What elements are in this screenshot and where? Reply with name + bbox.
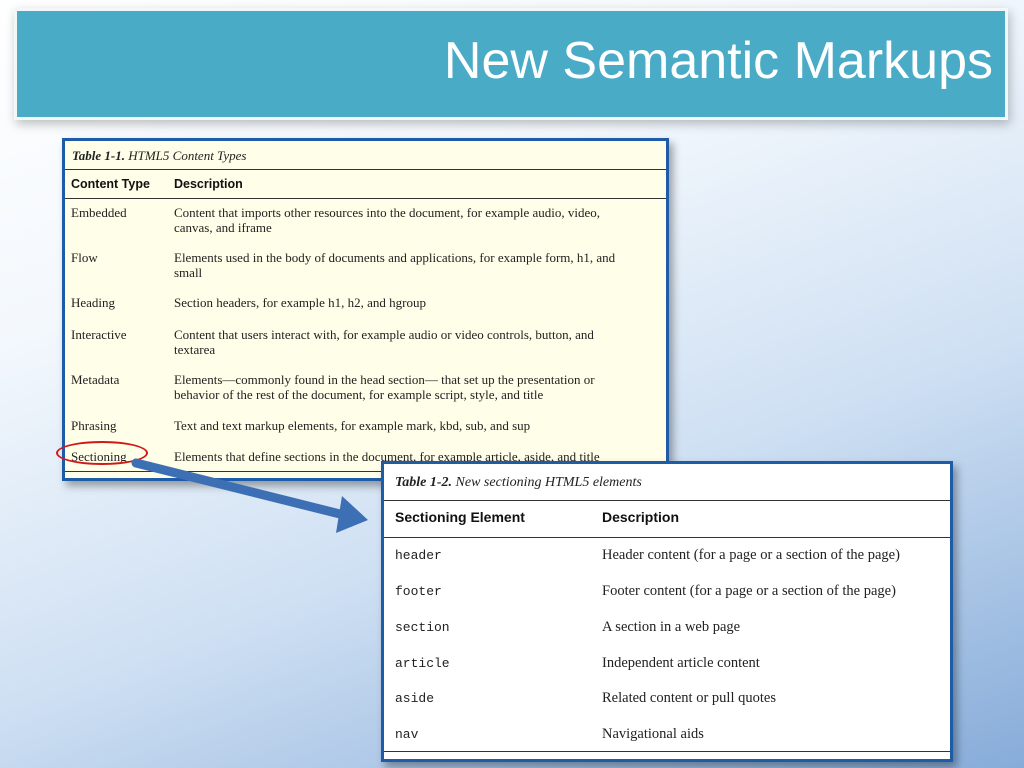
arrow-icon	[131, 458, 368, 533]
